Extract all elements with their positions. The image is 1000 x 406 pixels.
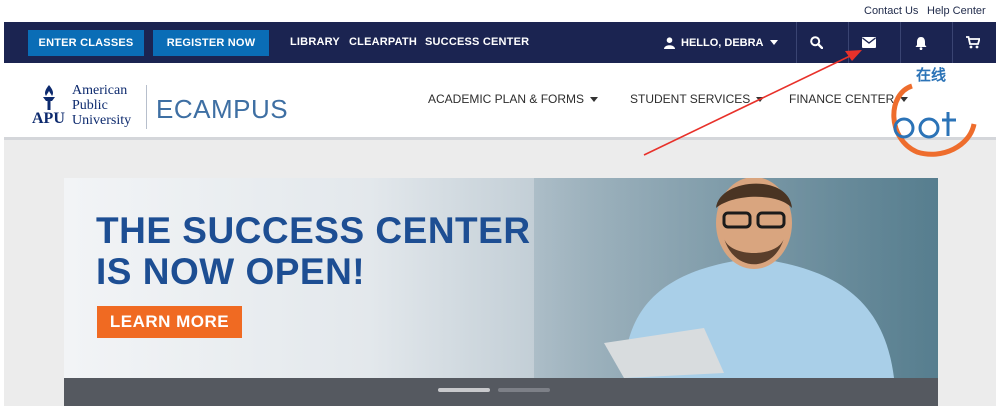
- annotation-arrow: [643, 50, 862, 156]
- watermark-logo: 在线: [882, 64, 980, 160]
- watermark-text: 在线: [916, 67, 947, 84]
